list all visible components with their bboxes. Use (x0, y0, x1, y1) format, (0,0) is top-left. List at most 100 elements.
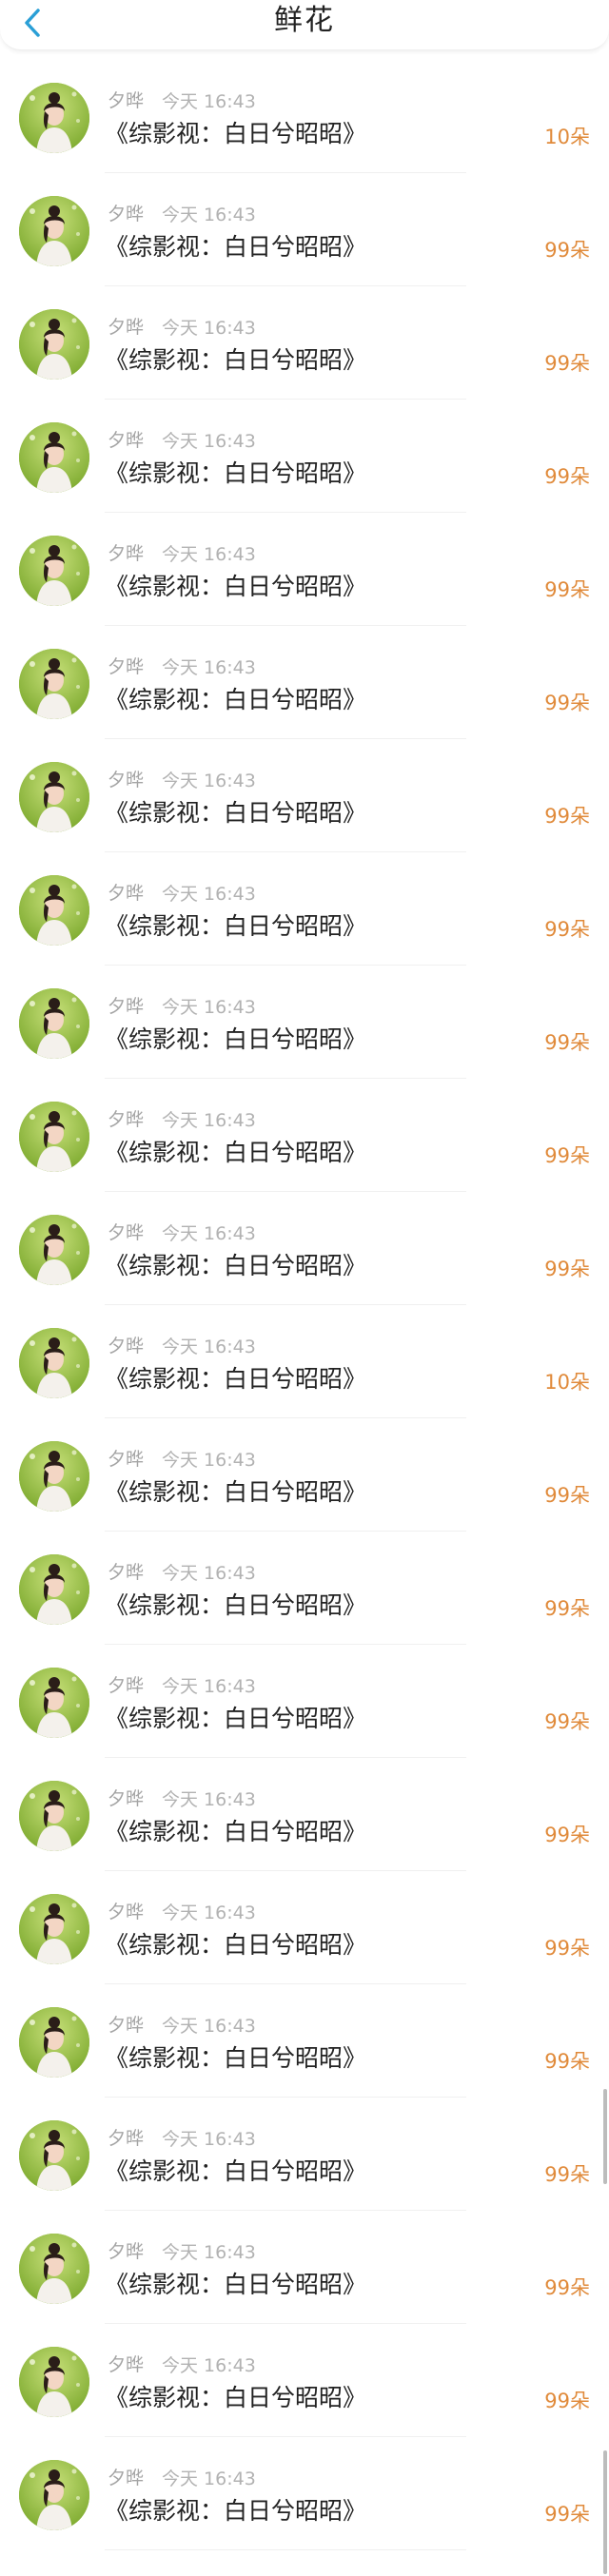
avatar[interactable] (19, 762, 89, 832)
avatar[interactable] (19, 83, 89, 153)
send-time: 今天 16:43 (162, 771, 256, 791)
sender-name: 夕晔 (108, 1336, 145, 1356)
list-item[interactable]: 夕晔 今天 16:43 《综影视：白日兮昭昭》 99朵 (0, 1532, 609, 1645)
flower-count: 99朵 (544, 918, 590, 941)
avatar[interactable] (19, 1102, 89, 1172)
list-item[interactable]: 夕晔 今天 16:43 《综影视：白日兮昭昭》 99朵 (0, 1192, 609, 1305)
avatar[interactable] (19, 1215, 89, 1285)
flower-count: 10朵 (544, 126, 590, 148)
book-title: 《综影视：白日兮昭昭》 (105, 799, 367, 827)
send-time: 今天 16:43 (162, 884, 256, 905)
list-item[interactable]: 夕晔 今天 16:43 《综影视：白日兮昭昭》 99朵 (0, 286, 609, 400)
avatar[interactable] (19, 2234, 89, 2304)
flower-count: 99朵 (544, 465, 590, 488)
list-item[interactable]: 夕晔 今天 16:43 《综影视：白日兮昭昭》 99朵 (0, 1645, 609, 1758)
book-title: 《综影视：白日兮昭昭》 (105, 1478, 367, 1506)
avatar[interactable] (19, 2347, 89, 2417)
list-item[interactable]: 夕晔 今天 16:43 《综影视：白日兮昭昭》 99朵 (0, 2098, 609, 2211)
list-item[interactable]: 夕晔 今天 16:43 《综影视：白日兮昭昭》 99朵 (0, 966, 609, 1079)
list-item[interactable]: 夕晔 今天 16:43 《综影视：白日兮昭昭》 99朵 (0, 1418, 609, 1532)
avatar[interactable] (19, 536, 89, 606)
avatar[interactable] (19, 422, 89, 493)
list-item[interactable]: 夕晔 今天 16:43 《综影视：白日兮昭昭》 99朵 (0, 513, 609, 626)
flower-count: 99朵 (544, 1031, 590, 1054)
sender-name: 夕晔 (108, 2128, 145, 2149)
avatar[interactable] (19, 1668, 89, 1738)
book-title: 《综影视：白日兮昭昭》 (105, 233, 367, 261)
send-time: 今天 16:43 (162, 1676, 256, 1697)
flower-count: 10朵 (544, 1371, 590, 1394)
sender-name: 夕晔 (108, 317, 145, 338)
sender-name: 夕晔 (108, 2468, 145, 2488)
book-title: 《综影视：白日兮昭昭》 (105, 120, 367, 147)
send-time: 今天 16:43 (162, 1337, 256, 1357)
book-title: 《综影视：白日兮昭昭》 (105, 573, 367, 600)
page-title: 鲜花 (274, 4, 335, 37)
send-time: 今天 16:43 (162, 544, 256, 565)
sender-name: 夕晔 (108, 204, 145, 224)
avatar[interactable] (19, 1441, 89, 1512)
sender-name: 夕晔 (108, 1675, 145, 1696)
flower-count: 99朵 (544, 352, 590, 375)
list-item[interactable]: 夕晔 今天 16:43 《综影视：白日兮昭昭》 99朵 (0, 173, 609, 286)
flower-count: 99朵 (544, 578, 590, 601)
send-time: 今天 16:43 (162, 997, 256, 1018)
send-time: 今天 16:43 (162, 1450, 256, 1471)
avatar[interactable] (19, 2007, 89, 2078)
send-time: 今天 16:43 (162, 2469, 256, 2489)
flower-records-screen: 鲜花 夕晔 今天 16:43 《综影视：白日兮昭昭》 10朵 夕晔 今天 16:43 《综影… (0, 0, 609, 2576)
book-title: 《综影视：白日兮昭昭》 (105, 686, 367, 713)
avatar[interactable] (19, 1894, 89, 1964)
list-item[interactable]: 夕晔 今天 16:43 《综影视：白日兮昭昭》 99朵 (0, 2211, 609, 2324)
send-time: 今天 16:43 (162, 91, 256, 112)
list-item[interactable]: 夕晔 今天 16:43 《综影视：白日兮昭昭》 99朵 (0, 1871, 609, 1984)
list-item[interactable]: 夕晔 今天 16:43 《综影视：白日兮昭昭》 10朵 (0, 60, 609, 173)
list-item[interactable]: 夕晔 今天 16:43 《综影视：白日兮昭昭》 99朵 (0, 2437, 609, 2550)
flower-count: 99朵 (544, 2163, 590, 2186)
book-title: 《综影视：白日兮昭昭》 (105, 2044, 367, 2072)
avatar[interactable] (19, 988, 89, 1059)
book-title: 《综影视：白日兮昭昭》 (105, 1818, 367, 1845)
book-title: 《综影视：白日兮昭昭》 (105, 1025, 367, 1053)
flower-count: 99朵 (544, 1597, 590, 1620)
list-item[interactable]: 夕晔 今天 16:43 《综影视：白日兮昭昭》 99朵 (0, 400, 609, 513)
sender-name: 夕晔 (108, 883, 145, 904)
list-item[interactable]: 夕晔 今天 16:43 《综影视：白日兮昭昭》 99朵 (0, 1079, 609, 1192)
list-item[interactable]: 夕晔 今天 16:43 《综影视：白日兮昭昭》 99朵 (0, 626, 609, 739)
book-title: 《综影视：白日兮昭昭》 (105, 2384, 367, 2411)
sender-name: 夕晔 (108, 770, 145, 790)
avatar[interactable] (19, 1328, 89, 1398)
avatar[interactable] (19, 2120, 89, 2191)
book-title: 《综影视：白日兮昭昭》 (105, 2157, 367, 2185)
flower-count: 99朵 (544, 805, 590, 828)
avatar[interactable] (19, 196, 89, 266)
flower-count: 99朵 (544, 2050, 590, 2073)
book-title: 《综影视：白日兮昭昭》 (105, 2497, 367, 2525)
list-item[interactable]: 夕晔 今天 16:43 《综影视：白日兮昭昭》 99朵 (0, 1984, 609, 2098)
scrollbar-upper[interactable] (603, 2089, 607, 2184)
flower-record-list: 夕晔 今天 16:43 《综影视：白日兮昭昭》 10朵 夕晔 今天 16:43 《综影视：白… (0, 60, 609, 2550)
sender-name: 夕晔 (108, 656, 145, 677)
list-item[interactable]: 夕晔 今天 16:43 《综影视：白日兮昭昭》 99朵 (0, 2324, 609, 2437)
avatar[interactable] (19, 309, 89, 380)
avatar[interactable] (19, 875, 89, 946)
flower-count: 99朵 (544, 239, 590, 262)
list-item[interactable]: 夕晔 今天 16:43 《综影视：白日兮昭昭》 99朵 (0, 852, 609, 966)
list-item[interactable]: 夕晔 今天 16:43 《综影视：白日兮昭昭》 99朵 (0, 1758, 609, 1871)
list-item[interactable]: 夕晔 今天 16:43 《综影视：白日兮昭昭》 99朵 (0, 739, 609, 852)
avatar[interactable] (19, 1781, 89, 1851)
avatar[interactable] (19, 2460, 89, 2530)
sender-name: 夕晔 (108, 1562, 145, 1583)
avatar[interactable] (19, 1554, 89, 1625)
send-time: 今天 16:43 (162, 1110, 256, 1131)
list-item[interactable]: 夕晔 今天 16:43 《综影视：白日兮昭昭》 10朵 (0, 1305, 609, 1418)
sender-name: 夕晔 (108, 1222, 145, 1243)
scrollbar-lower[interactable] (603, 2450, 607, 2574)
sender-name: 夕晔 (108, 996, 145, 1017)
sender-name: 夕晔 (108, 2354, 145, 2375)
sender-name: 夕晔 (108, 1109, 145, 1130)
send-time: 今天 16:43 (162, 1789, 256, 1810)
avatar[interactable] (19, 649, 89, 719)
flower-count: 99朵 (544, 2276, 590, 2299)
flower-count: 99朵 (544, 1937, 590, 1960)
